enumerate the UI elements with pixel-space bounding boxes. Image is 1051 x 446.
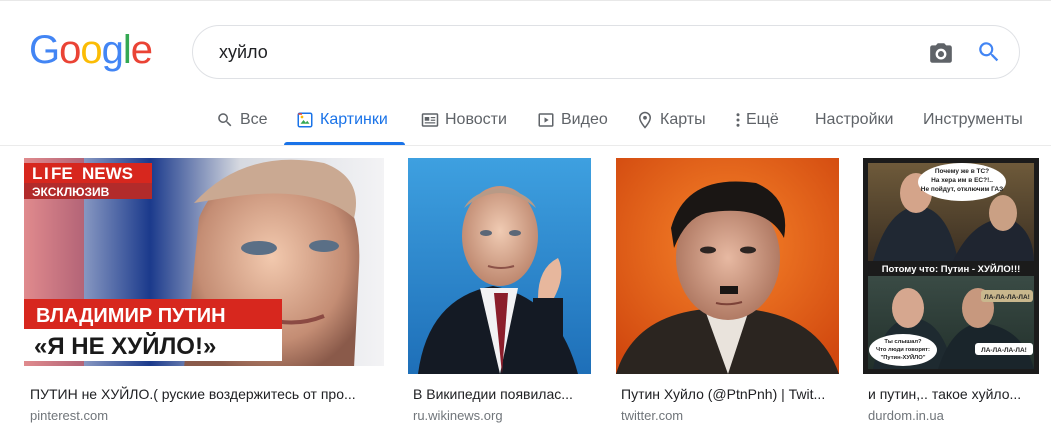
tab-all[interactable]: Все <box>216 96 268 144</box>
result-source[interactable]: durdom.in.ua <box>868 408 944 423</box>
overlay-name: ВЛАДИМИР ПУТИН <box>36 305 226 327</box>
laugh-bubble: ЛА-ЛА-ЛА-ЛА! <box>981 347 1027 354</box>
tab-images[interactable]: Картинки <box>296 96 388 144</box>
overlay-quote: «Я НЕ ХУЙЛО!» <box>34 332 216 360</box>
tab-news[interactable]: Новости <box>421 96 507 144</box>
result-source[interactable]: ru.wikinews.org <box>413 408 503 423</box>
logo-letter: G <box>29 28 60 72</box>
bubble-text: "Путин-ХУЙЛО" <box>880 353 925 361</box>
tab-maps[interactable]: Карты <box>636 96 706 144</box>
result-title[interactable]: Путин Хуйло (@PtnPnh) | Twit... <box>621 386 835 402</box>
lifenews-logo-l: L <box>32 164 42 183</box>
bubble-text: На хера им в ЕС?!.. <box>931 177 993 184</box>
bubble-text: Почему же в ТС? <box>935 168 989 175</box>
putin-photo-lifenews: L I FE NEWS ЭКСКЛЮЗИВ ВЛАДИМИР ПУТИН «Я … <box>24 158 384 366</box>
tab-label: Карты <box>660 111 706 128</box>
search-box <box>192 25 1020 79</box>
lifenews-logo-i: I <box>44 164 49 183</box>
search-icon <box>218 113 232 127</box>
result-thumbnail[interactable] <box>408 158 591 374</box>
search-icon[interactable] <box>976 39 1002 65</box>
bubble-text: Ты слышал? <box>884 339 922 345</box>
laugh-bubble: ЛА-ЛА-ЛА-ЛА! <box>984 294 1030 301</box>
image-icon <box>297 112 313 128</box>
lifenews-logo-fe: FE <box>51 164 73 183</box>
tab-settings[interactable]: Настройки <box>815 96 893 144</box>
result-title[interactable]: ПУТИН не ХУЙЛО.( руские воздержитесь от … <box>30 386 380 402</box>
search-tabs: Все Картинки Новости Видео Карты Ещё Нас… <box>0 96 1051 144</box>
search-input[interactable] <box>219 38 899 66</box>
logo-letter: l <box>122 28 132 72</box>
top-border <box>0 0 1051 1</box>
result-source[interactable]: twitter.com <box>621 408 683 423</box>
tab-label: Новости <box>445 111 507 128</box>
video-icon <box>538 113 554 127</box>
logo-letter: e <box>130 28 153 72</box>
tab-label: Все <box>240 111 268 128</box>
google-logo[interactable]: Google <box>29 28 153 72</box>
map-pin-icon <box>638 111 652 129</box>
logo-letter: o <box>80 28 102 72</box>
result-thumbnail[interactable]: L I FE NEWS ЭКСКЛЮЗИВ ВЛАДИМИР ПУТИН «Я … <box>24 158 384 366</box>
result-thumbnail[interactable]: Почему же в ТС? На хера им в ЕС?!.. Не п… <box>863 158 1039 374</box>
putin-hitler-photo <box>616 158 839 374</box>
logo-letter: g <box>101 28 124 72</box>
result-source[interactable]: pinterest.com <box>30 408 108 423</box>
bubble-text: Что люди говорят: <box>876 347 930 353</box>
tab-video[interactable]: Видео <box>537 96 608 144</box>
news-icon <box>421 113 439 127</box>
result-title[interactable]: В Википедии появилас... <box>413 386 588 402</box>
collage-caption: Потому что: Путин - ХУЙЛО!!! <box>882 263 1021 275</box>
tab-label: Настройки <box>815 111 894 128</box>
tab-label: Ещё <box>746 111 779 128</box>
exclusive-tag: ЭКСКЛЮЗИВ <box>32 185 110 199</box>
collage-meme-photo: Почему же в ТС? На хера им в ЕС?!.. Не п… <box>863 158 1039 374</box>
putin-photo-suit <box>408 158 591 374</box>
more-vert-icon <box>736 113 740 127</box>
result-thumbnail[interactable] <box>616 158 839 374</box>
tab-tools[interactable]: Инструменты <box>923 96 1023 144</box>
tab-more[interactable]: Ещё <box>734 96 779 144</box>
lifenews-logo-news: NEWS <box>82 164 133 183</box>
bubble-text: Не пойдут, отключим ГАЗ <box>921 185 1003 193</box>
logo-letter: o <box>59 28 81 72</box>
camera-icon[interactable] <box>928 40 954 66</box>
result-title[interactable]: и путин,.. такое хуйло... <box>868 386 1038 402</box>
tab-label: Видео <box>561 111 608 128</box>
tabs-divider <box>0 145 1051 146</box>
tab-label: Инструменты <box>923 111 1023 128</box>
tab-label: Картинки <box>320 111 388 128</box>
